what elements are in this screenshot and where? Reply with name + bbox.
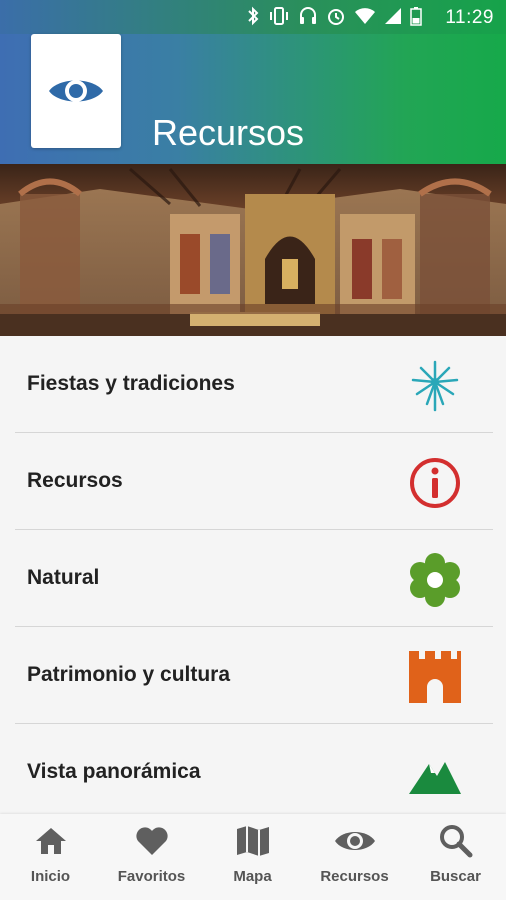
bluetooth-icon — [248, 6, 259, 26]
tab-mapa[interactable]: Mapa — [202, 814, 303, 900]
flower-icon — [407, 552, 463, 608]
home-icon — [35, 828, 66, 854]
bottom-navigation: Inicio Favoritos Mapa Recursos Buscar — [0, 814, 506, 900]
headset-icon — [300, 7, 316, 24]
tab-label: Recursos — [320, 868, 389, 885]
status-icons — [246, 6, 422, 26]
tab-label: Mapa — [233, 868, 272, 885]
list-item-label: Natural — [27, 566, 100, 589]
tab-label: Inicio — [30, 868, 71, 885]
clock: 11:29 — [445, 7, 494, 28]
fireworks-icon — [407, 358, 463, 414]
list-item-recursos[interactable]: Recursos — [15, 433, 493, 530]
tab-label: Buscar — [430, 868, 481, 885]
tab-favoritos[interactable]: Favoritos — [101, 814, 202, 900]
wifi-icon — [355, 8, 375, 24]
section-logo — [31, 34, 121, 148]
list-item-natural[interactable]: Natural — [15, 530, 493, 627]
list-item-patrimonio[interactable]: Patrimonio y cultura — [15, 627, 493, 724]
battery-icon — [410, 7, 422, 26]
status-bar: 11:29 — [0, 0, 506, 34]
info-icon — [407, 455, 463, 511]
tab-buscar[interactable]: Buscar — [405, 814, 506, 900]
tab-label: Favoritos — [117, 868, 186, 885]
castle-icon — [407, 649, 463, 705]
app-header: Recursos — [0, 34, 506, 164]
category-list: Fiestas y tradiciones Recursos Natural P… — [0, 336, 506, 814]
signal-icon — [385, 8, 401, 24]
vibrate-icon — [270, 7, 288, 25]
list-item-fiestas[interactable]: Fiestas y tradiciones — [15, 336, 493, 433]
heart-icon — [135, 827, 168, 855]
search-icon — [439, 825, 472, 858]
eye-icon — [334, 832, 375, 850]
alarm-icon — [328, 9, 344, 25]
eye-icon — [49, 80, 103, 102]
mountain-icon — [407, 746, 463, 802]
church-interior-image — [0, 164, 506, 336]
map-icon — [236, 826, 269, 856]
tab-recursos[interactable]: Recursos — [304, 814, 405, 900]
list-item-label: Fiestas y tradiciones — [27, 372, 235, 395]
list-item-label: Patrimonio y cultura — [27, 663, 231, 686]
tab-inicio[interactable]: Inicio — [0, 814, 101, 900]
list-item-label: Recursos — [27, 469, 123, 492]
page-title: Recursos — [152, 112, 305, 153]
hero-image — [0, 164, 506, 336]
list-item-label: Vista panorámica — [27, 760, 201, 783]
list-item-vista[interactable]: Vista panorámica — [15, 724, 493, 821]
